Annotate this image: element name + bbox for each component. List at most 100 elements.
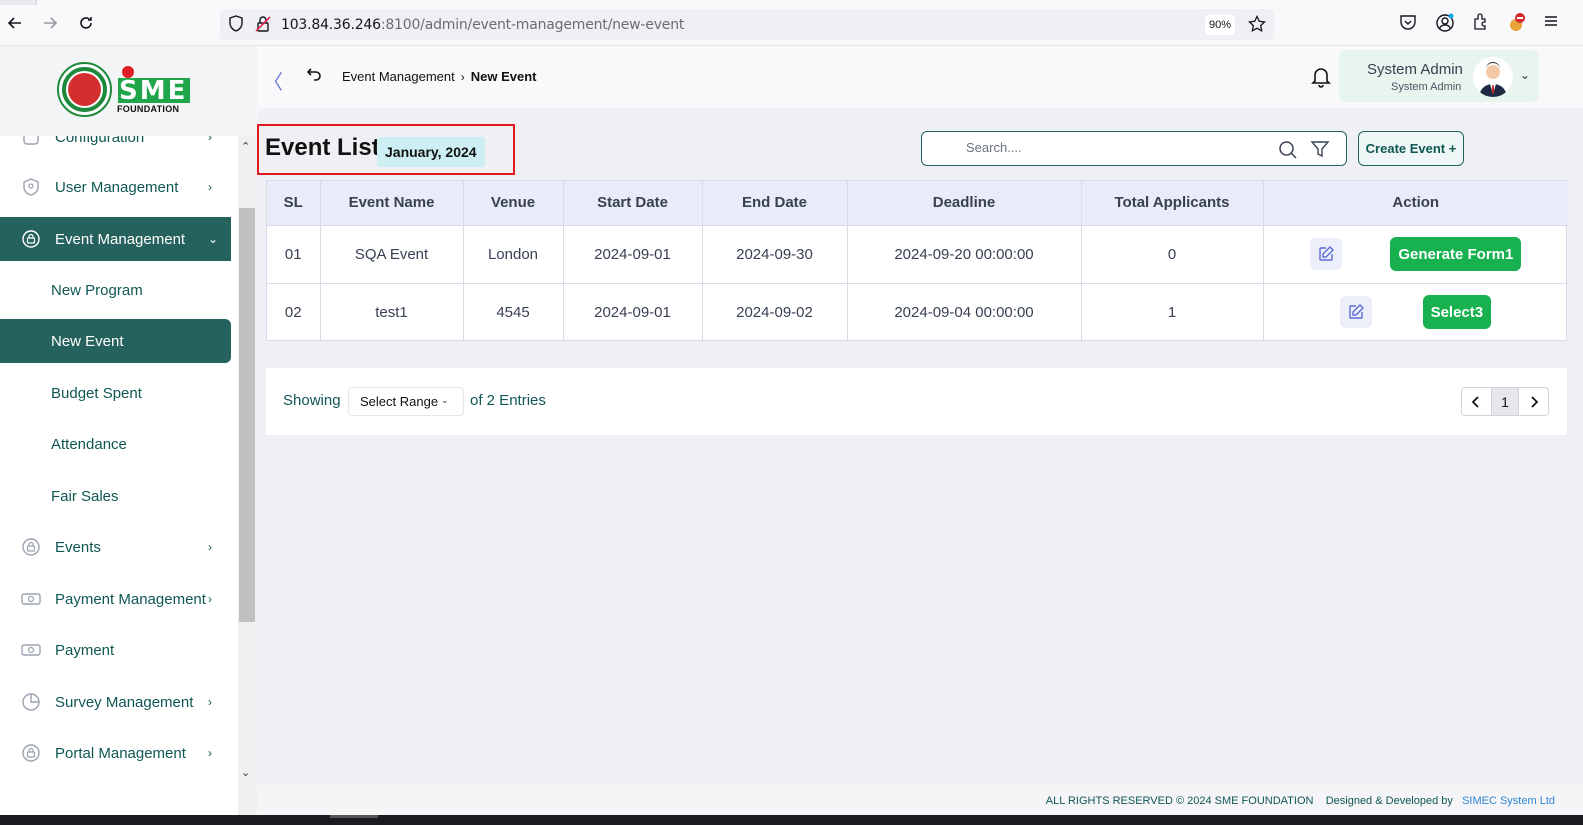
footer: ALL RIGHTS RESERVED © 2024 SME FOUNDATIO… — [257, 785, 1583, 815]
sidebar-scrollbar[interactable]: ⌃ ⌄ — [238, 136, 257, 815]
chevron-right-icon: › — [208, 180, 212, 194]
forward-arrow-icon[interactable] — [40, 13, 60, 33]
cell-sl: 01 — [267, 224, 321, 283]
range-select[interactable]: Select Range ⌄ — [348, 387, 464, 416]
column-header: Start Date — [563, 181, 703, 225]
logo-area: SME FOUNDATION — [0, 46, 257, 136]
column-header: Deadline — [847, 181, 1082, 225]
user-name: System Admin — [1367, 61, 1463, 78]
cell-venue: London — [463, 224, 564, 283]
zoom-level[interactable]: 90% — [1205, 15, 1235, 35]
user-menu[interactable]: System Admin System Admin ⌄ — [1339, 50, 1539, 102]
bookmark-star-icon[interactable] — [1248, 14, 1266, 38]
sidebar-subitem-attendance[interactable]: Attendance — [0, 422, 231, 466]
sidebar-item-user-management[interactable]: User Management › — [0, 165, 231, 209]
avatar — [1473, 57, 1513, 97]
breadcrumb-current: New Event — [470, 69, 537, 84]
active-tab[interactable] — [36, 0, 1583, 5]
browser-toolbar: 103.84.36.246:8100/admin/event-managemen… — [0, 0, 1583, 46]
table-row: 01 SQA Event London 2024-09-01 2024-09-3… — [267, 224, 1568, 283]
tracking-shield-icon[interactable] — [228, 15, 244, 38]
footer-designed: Designed & Developed by — [1325, 795, 1453, 807]
sidebar-subitem-budget-spent[interactable]: Budget Spent — [0, 371, 231, 415]
footer-rights: ALL RIGHTS RESERVED © 2024 SME FOUNDATIO… — [1045, 795, 1314, 807]
select-button[interactable]: Select3 — [1422, 295, 1492, 330]
filter-icon[interactable] — [1310, 139, 1330, 164]
chevron-down-icon[interactable]: ⌄ — [1520, 68, 1530, 82]
sidebar-subitem-new-event[interactable]: New Event — [0, 319, 231, 363]
cell-event-name: test1 — [320, 282, 464, 341]
scrollbar-thumb[interactable] — [239, 208, 255, 622]
edit-icon[interactable] — [1340, 296, 1373, 329]
cell-sl: 02 — [267, 282, 321, 341]
extension-badge-icon[interactable] — [1507, 13, 1527, 33]
page-title: Event List — [265, 134, 380, 161]
cell-end-date: 2024-09-30 — [702, 224, 848, 283]
user-role: System Admin — [1391, 81, 1462, 93]
column-header: Event Name — [320, 181, 464, 225]
pie-icon — [21, 692, 41, 712]
extensions-icon[interactable] — [1472, 13, 1492, 33]
insecure-lock-icon[interactable] — [255, 15, 271, 38]
cash-icon — [21, 589, 41, 609]
chevron-down-icon: ⌄ — [441, 395, 449, 405]
pocket-icon[interactable] — [1399, 13, 1419, 33]
table-header-row: SL Event Name Venue Start Date End Date … — [267, 181, 1568, 225]
footer-company-link[interactable]: SIMEC System Ltd — [1462, 795, 1555, 807]
chevron-right-icon: › — [208, 592, 212, 606]
search-input[interactable] — [966, 140, 1266, 155]
cell-total-applicants: 0 — [1081, 224, 1264, 283]
chevron-right-icon: › — [208, 746, 212, 760]
collapse-sidebar-icon[interactable]: 〈 — [263, 66, 283, 95]
prev-page-icon[interactable] — [1462, 388, 1491, 415]
undo-back-icon[interactable] — [306, 66, 322, 87]
sidebar-item-payment-management[interactable]: Payment Management › — [0, 577, 231, 621]
cell-start-date: 2024-09-01 — [563, 282, 703, 341]
sidebar-menu: Configuration › User Management › Event … — [0, 136, 231, 815]
next-page-icon[interactable] — [1519, 388, 1548, 415]
menu-icon[interactable] — [1543, 13, 1563, 33]
back-arrow-icon[interactable] — [5, 13, 25, 33]
sidebar-item-portal-management[interactable]: Portal Management › — [0, 731, 231, 775]
sidebar-item-event-management[interactable]: Event Management ⌄ — [0, 217, 231, 261]
lock-icon — [21, 743, 41, 763]
generate-form-button[interactable]: Generate Form1 — [1390, 237, 1522, 271]
config-icon — [21, 136, 41, 147]
account-icon[interactable] — [1435, 13, 1455, 33]
search-box — [921, 131, 1347, 166]
sidebar-item-configuration[interactable]: Configuration › — [0, 136, 231, 159]
chevron-right-icon: › — [460, 69, 465, 84]
cell-action: Select3 — [1263, 282, 1568, 341]
sidebar-subitem-fair-sales[interactable]: Fair Sales — [0, 474, 231, 518]
sme-foundation-logo[interactable]: SME FOUNDATION — [117, 66, 192, 116]
taskbar-strip — [0, 815, 1583, 825]
sidebar: SME FOUNDATION Configuration › User Mana… — [0, 46, 257, 815]
url-bar[interactable]: 103.84.36.246:8100/admin/event-managemen… — [220, 9, 1274, 40]
column-header: Total Applicants — [1081, 181, 1264, 225]
page-number[interactable]: 1 — [1490, 388, 1520, 415]
cell-action: Generate Form1 — [1263, 224, 1568, 283]
create-event-button[interactable]: Create Event + — [1358, 131, 1464, 166]
month-badge: January, 2024 — [377, 137, 485, 167]
notification-bell-icon[interactable] — [1311, 66, 1331, 93]
sidebar-item-events[interactable]: Events › — [0, 525, 231, 569]
lock-icon — [21, 537, 41, 557]
reload-icon[interactable] — [76, 13, 96, 33]
sidebar-item-survey-management[interactable]: Survey Management › — [0, 680, 231, 724]
sidebar-item-payment[interactable]: Payment — [0, 628, 231, 672]
sidebar-subitem-new-program[interactable]: New Program — [0, 268, 231, 312]
breadcrumb-parent[interactable]: Event Management — [342, 69, 455, 84]
cell-start-date: 2024-09-01 — [563, 224, 703, 283]
scroll-down-icon[interactable]: ⌄ — [241, 766, 250, 779]
cell-end-date: 2024-09-02 — [702, 282, 848, 341]
shield-icon — [21, 177, 41, 197]
column-header: End Date — [702, 181, 848, 225]
url-text[interactable]: 103.84.36.246:8100/admin/event-managemen… — [281, 17, 684, 33]
edit-icon[interactable] — [1310, 238, 1343, 270]
scroll-up-icon[interactable]: ⌃ — [241, 140, 250, 153]
main-content: Event List January, 2024 Create Event + … — [257, 108, 1583, 785]
entries-count: of 2 Entries — [470, 392, 546, 409]
cell-deadline: 2024-09-20 00:00:00 — [847, 224, 1082, 283]
search-icon[interactable] — [1278, 140, 1298, 165]
column-header: Venue — [463, 181, 564, 225]
